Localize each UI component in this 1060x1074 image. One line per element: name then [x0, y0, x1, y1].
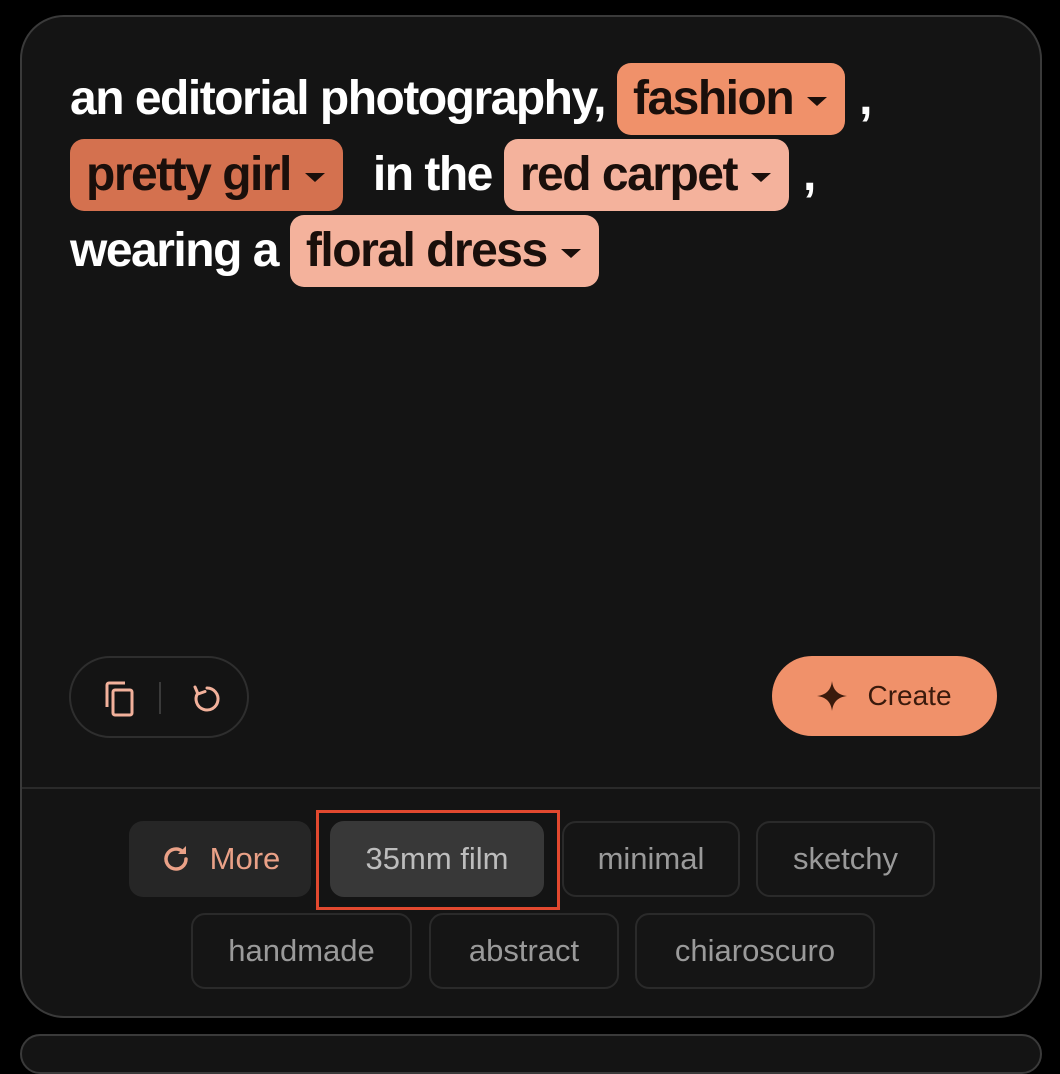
- prompt-comma: ,: [802, 148, 816, 201]
- style-chip-label: 35mm film: [365, 841, 509, 876]
- tools-divider: [159, 682, 161, 714]
- create-button[interactable]: Create: [772, 656, 997, 736]
- style-chip-sketchy[interactable]: sketchy: [756, 821, 935, 897]
- prompt-comma: ,: [859, 72, 872, 125]
- style-chip-label: sketchy: [792, 841, 899, 876]
- chip-label: red carpet: [519, 148, 739, 201]
- sparkle-icon: [817, 681, 848, 711]
- copy-icon[interactable]: [97, 677, 141, 721]
- more-button[interactable]: More: [129, 821, 311, 897]
- prompt-line-3: wearing a floral dress: [70, 213, 1020, 289]
- prompt-tools: [69, 656, 249, 738]
- more-label: More: [209, 841, 281, 876]
- reset-icon[interactable]: [185, 677, 229, 721]
- prompt-line-2: pretty girl in the red carpet ,: [70, 137, 1020, 213]
- style-chip-35mm-film[interactable]: 35mm film: [330, 821, 544, 897]
- style-chip-chiaroscuro[interactable]: chiaroscuro: [635, 913, 875, 989]
- chip-red-carpet[interactable]: red carpet: [503, 139, 789, 211]
- style-chip-label: handmade: [228, 933, 375, 968]
- refresh-icon: [160, 843, 192, 875]
- chevron-down-icon: [807, 96, 828, 106]
- chip-floral-dress[interactable]: floral dress: [289, 215, 599, 287]
- chevron-down-icon: [304, 172, 325, 182]
- chip-label: pretty girl: [86, 148, 292, 201]
- create-label: Create: [867, 680, 952, 711]
- style-chip-minimal[interactable]: minimal: [562, 821, 740, 897]
- chip-pretty-girl[interactable]: pretty girl: [70, 139, 343, 211]
- style-chip-label: abstract: [468, 933, 580, 968]
- style-chip-handmade[interactable]: handmade: [191, 913, 412, 989]
- style-chip-label: minimal: [597, 841, 705, 876]
- next-card: [20, 1034, 1042, 1074]
- chevron-down-icon: [560, 248, 581, 258]
- prompt-text: an editorial photography, fashion , pret…: [70, 61, 1020, 289]
- chip-label: floral dress: [305, 224, 548, 277]
- prompt-fragment: an editorial photography,: [70, 72, 606, 125]
- chip-label: fashion: [632, 72, 795, 125]
- style-chip-label: chiaroscuro: [674, 933, 836, 968]
- section-divider: [22, 787, 1040, 789]
- prompt-line-1: an editorial photography, fashion ,: [70, 61, 1020, 137]
- chevron-down-icon: [750, 172, 771, 182]
- prompt-fragment: wearing a: [70, 224, 279, 277]
- prompt-card: an editorial photography, fashion , pret…: [20, 15, 1042, 1018]
- style-chip-abstract[interactable]: abstract: [429, 913, 619, 989]
- chip-fashion[interactable]: fashion: [616, 63, 846, 135]
- prompt-fragment: in the: [372, 148, 494, 201]
